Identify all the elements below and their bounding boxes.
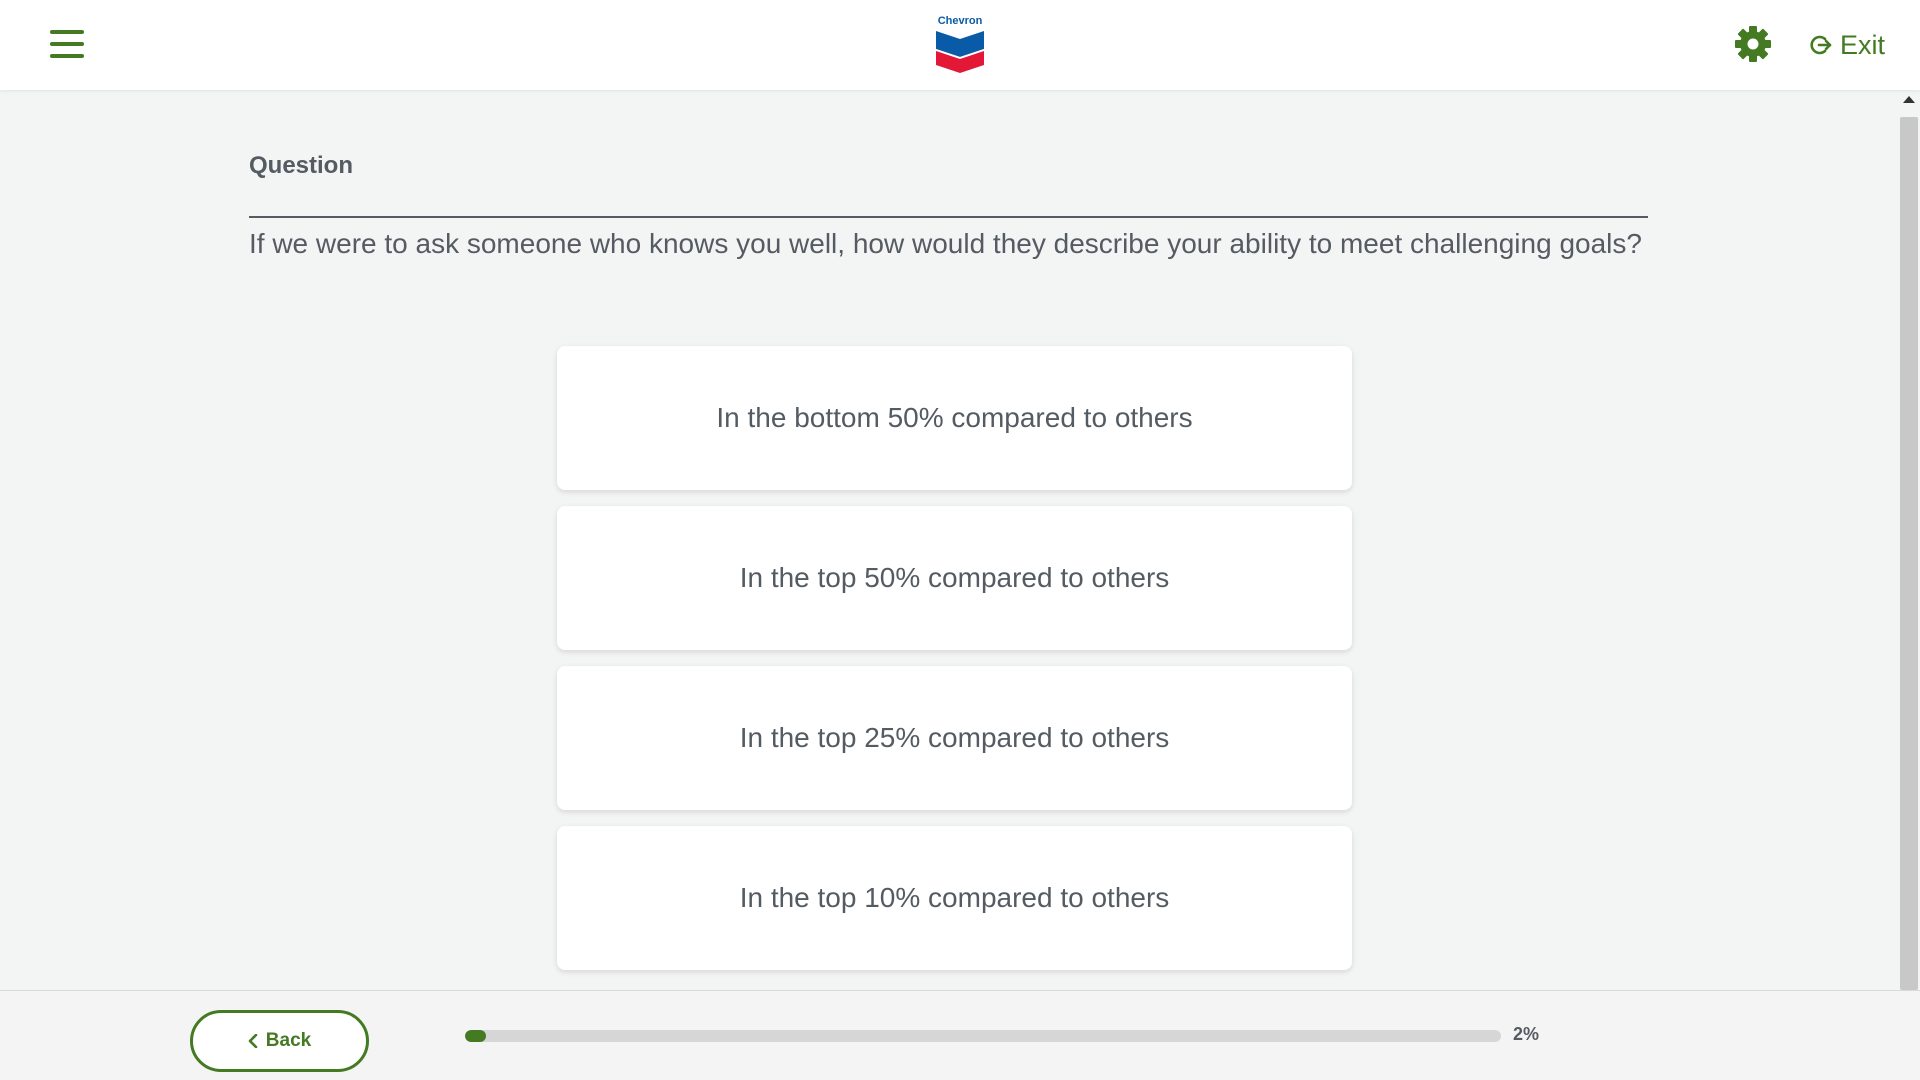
answer-options: In the bottom 50% compared to others In … bbox=[557, 346, 1352, 986]
answer-option-top-50[interactable]: In the top 50% compared to others bbox=[557, 506, 1352, 650]
exit-icon bbox=[1810, 35, 1832, 55]
chevron-logo-icon bbox=[936, 31, 984, 73]
question-heading: Question bbox=[249, 152, 354, 179]
bottom-bar: Back 2% bbox=[0, 990, 1920, 1080]
answer-option-top-10[interactable]: In the top 10% compared to others bbox=[557, 826, 1352, 970]
answer-option-top-25[interactable]: In the top 25% compared to others bbox=[557, 666, 1352, 810]
back-label: Back bbox=[265, 1030, 312, 1051]
exit-button[interactable]: Exit bbox=[1810, 28, 1885, 62]
back-button[interactable]: Back bbox=[190, 1010, 369, 1072]
progress-fill bbox=[465, 1030, 486, 1042]
logo-text: Chevron bbox=[937, 15, 983, 27]
progress-percent: 2% bbox=[1513, 1024, 1540, 1044]
vertical-scrollbar[interactable] bbox=[1898, 90, 1920, 990]
chevron-logo: Chevron bbox=[933, 15, 987, 73]
question-text: If we were to ask someone who knows you … bbox=[249, 228, 1642, 259]
top-bar: Chevron Exit bbox=[0, 0, 1920, 90]
scroll-up-arrow-icon[interactable] bbox=[1903, 96, 1915, 103]
gear-icon[interactable] bbox=[1733, 24, 1773, 64]
progress-bar bbox=[465, 1030, 1501, 1042]
answer-option-bottom-50[interactable]: In the bottom 50% compared to others bbox=[557, 346, 1352, 490]
chevron-left-icon bbox=[248, 1034, 258, 1048]
question-content: Question If we were to ask someone who k… bbox=[0, 90, 1898, 990]
question-divider bbox=[249, 216, 1648, 218]
exit-label: Exit bbox=[1840, 29, 1886, 60]
hamburger-menu-icon[interactable] bbox=[44, 26, 90, 62]
scrollbar-thumb[interactable] bbox=[1900, 117, 1918, 990]
